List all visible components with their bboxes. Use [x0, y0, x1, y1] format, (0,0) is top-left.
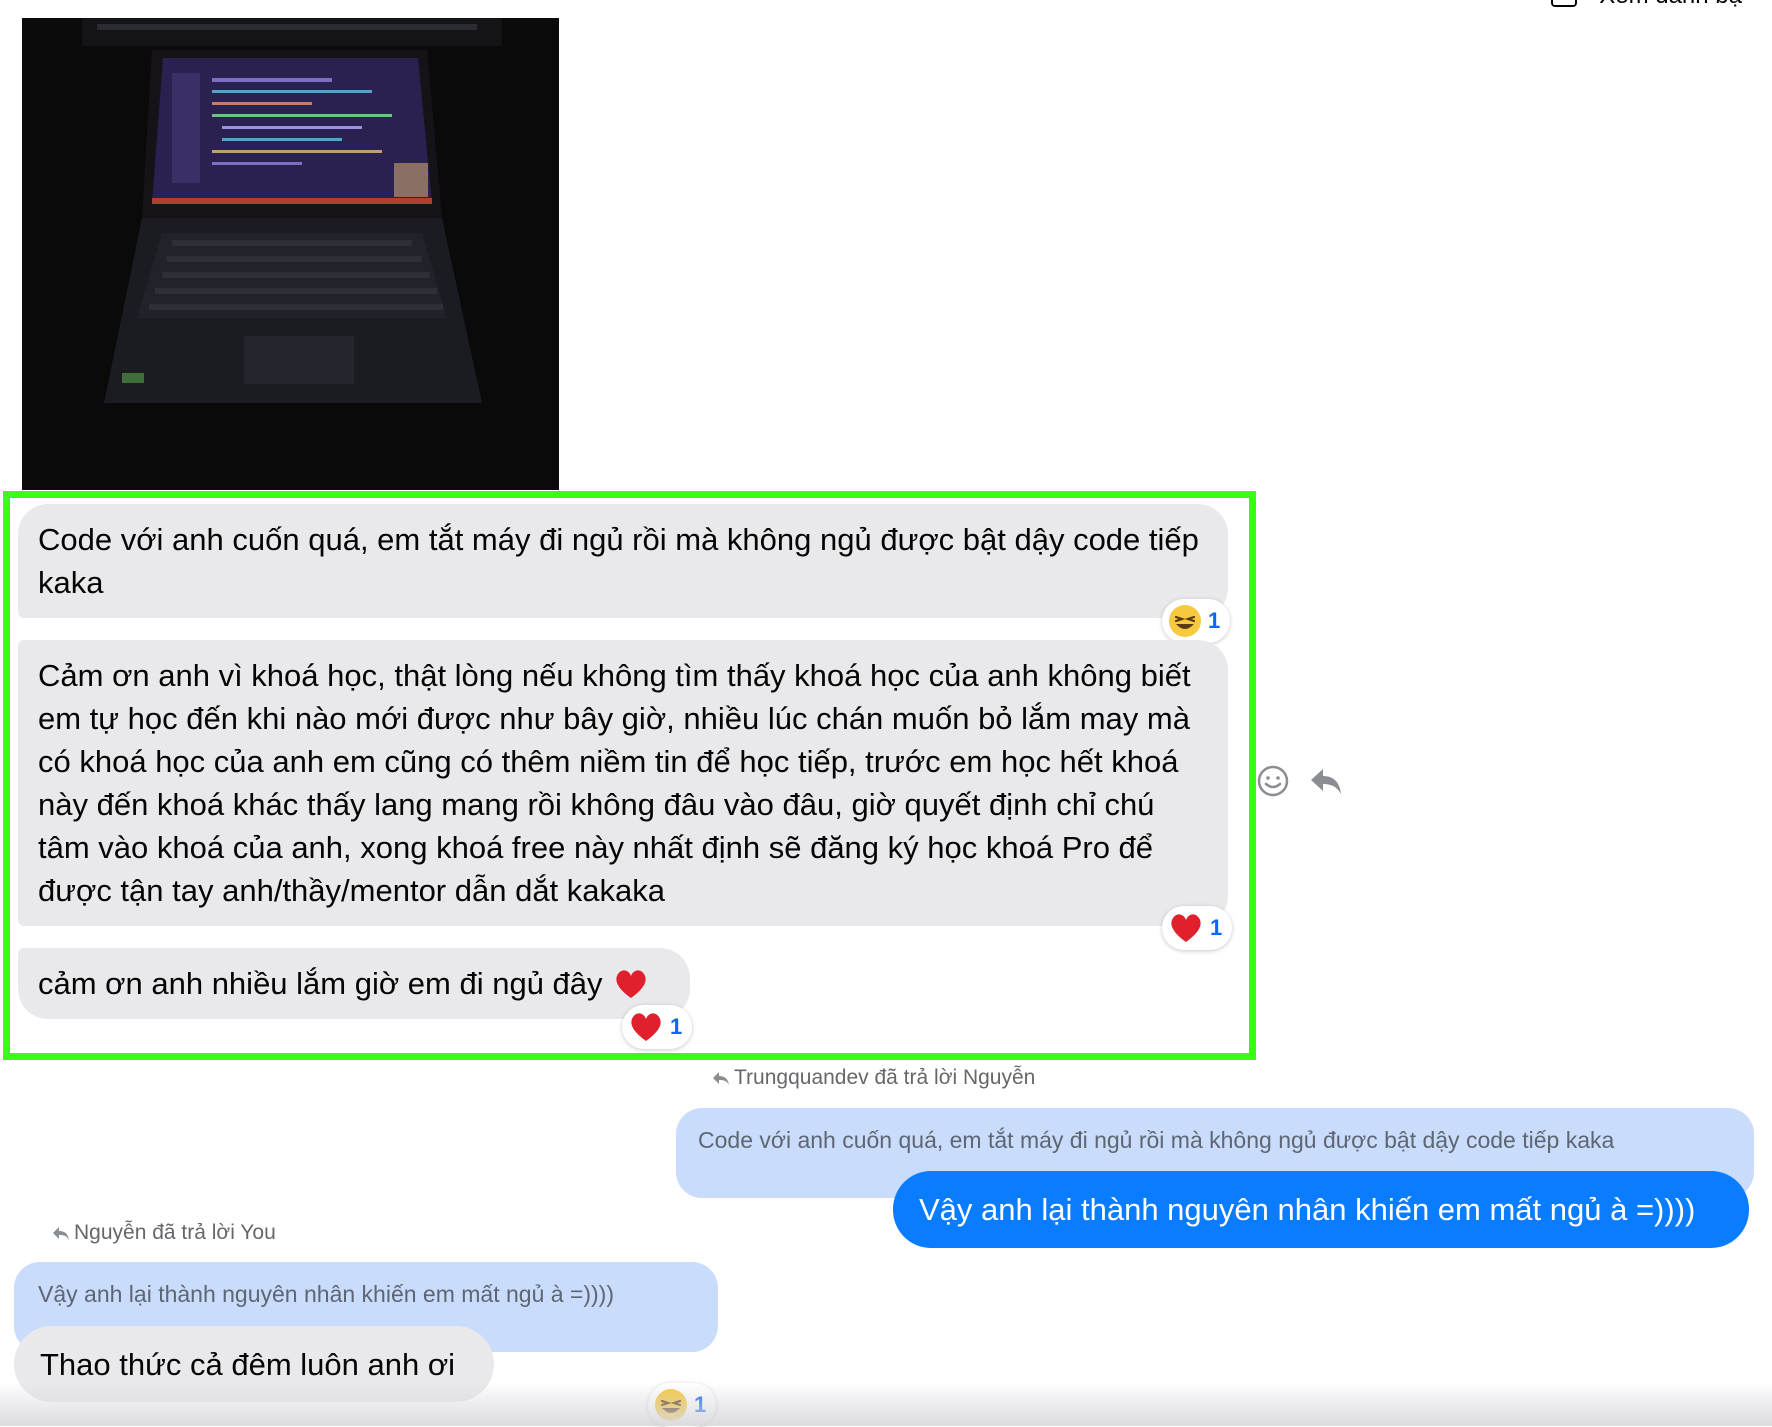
laptop-photo[interactable]: [22, 18, 559, 490]
reaction-count: 1: [1210, 915, 1223, 940]
message-bubble[interactable]: cảm ơn anh nhiều lắm giờ em đi ngủ đây: [18, 948, 690, 1019]
message-bubble[interactable]: Cảm ơn anh vì khoá học, thật lòng nếu kh…: [18, 640, 1228, 926]
reply-arrow-icon: [713, 1072, 729, 1085]
laptop-image: [22, 18, 559, 490]
reply-label-text: Trungquandev đã trả lời Nguyễn: [734, 1066, 1036, 1089]
reaction-badge[interactable]: 1: [1162, 599, 1231, 643]
laughing-face-icon: [1169, 605, 1201, 637]
reply-label: Trungquandev đã trả lời Nguyễn: [712, 1066, 1035, 1090]
reply-icon[interactable]: [1308, 763, 1344, 799]
contacts-link-label: Xem danh bạ: [1599, 0, 1742, 10]
reply-label: Nguyễn đã trả lời You: [52, 1221, 276, 1245]
message-bubble-outgoing[interactable]: Vậy anh lại thành nguyên nhân khiến em m…: [893, 1171, 1749, 1248]
heart-icon: [615, 969, 646, 998]
message-text: Vậy anh lại thành nguyên nhân khiến em m…: [919, 1192, 1696, 1227]
quoted-text: Vậy anh lại thành nguyên nhân khiến em m…: [38, 1281, 614, 1307]
contacts-link[interactable]: Xem danh bạ: [1551, 0, 1742, 10]
react-smiley-icon[interactable]: [1255, 763, 1291, 799]
message-bubble[interactable]: Code với anh cuốn quá, em tắt máy đi ngủ…: [18, 504, 1228, 618]
message-text: Thao thức cả đêm luôn anh ơi: [40, 1347, 456, 1382]
reply-label-text: Nguyễn đã trả lời You: [74, 1221, 276, 1244]
message-text: Code với anh cuốn quá, em tắt máy đi ngủ…: [38, 522, 1199, 600]
message-text: cảm ơn anh nhiều lắm giờ em đi ngủ đây: [38, 966, 603, 1001]
reaction-count: 1: [1208, 608, 1221, 633]
reply-arrow-icon: [53, 1227, 69, 1240]
bottom-fade: [0, 1382, 1772, 1426]
quoted-text: Code với anh cuốn quá, em tắt máy đi ngủ…: [698, 1127, 1615, 1153]
reaction-count: 1: [670, 1014, 683, 1039]
address-book-icon: [1551, 0, 1578, 7]
heart-icon: [631, 1013, 661, 1041]
reaction-badge[interactable]: 1: [622, 1005, 693, 1049]
heart-icon: [1171, 914, 1201, 942]
reaction-badge[interactable]: 1: [1162, 906, 1233, 950]
message-text: Cảm ơn anh vì khoá học, thật lòng nếu kh…: [38, 658, 1191, 908]
